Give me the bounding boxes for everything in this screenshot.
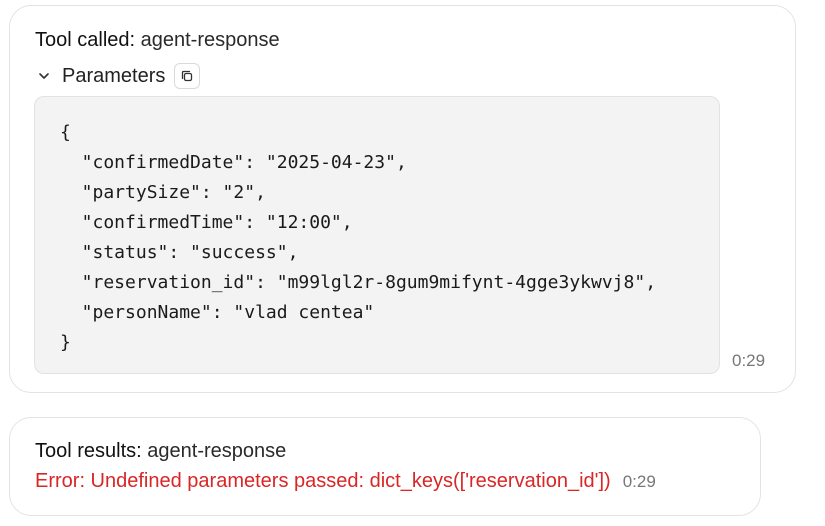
tool-call-timestamp: 0:29	[732, 351, 766, 370]
copy-icon	[180, 69, 194, 83]
copy-button[interactable]	[174, 63, 201, 89]
code-line: "reservation_id": "m99lgl2r-8gum9mifynt-…	[60, 272, 657, 293]
parameters-code-block: { "confirmedDate": "2025-04-23", "partyS…	[34, 96, 720, 374]
chevron-down-icon[interactable]	[35, 67, 53, 85]
tool-call-card: Tool called: agent-response Parameters {…	[9, 5, 796, 393]
tool-result-timestamp: 0:29	[622, 472, 656, 491]
tool-result-card: Tool results: agent-response Error: Unde…	[9, 417, 761, 516]
tool-result-body: Error: Undefined parameters passed: dict…	[35, 470, 656, 493]
error-message: Error: Undefined parameters passed: dict…	[35, 470, 611, 492]
code-line: "confirmedDate": "2025-04-23",	[60, 152, 407, 173]
tool-call-title: Tool called: agent-response	[35, 28, 280, 52]
code-line: "partySize": "2",	[60, 182, 266, 203]
parameters-label: Parameters	[62, 64, 166, 87]
tool-call-name: agent-response	[140, 29, 280, 51]
code-line: "status": "success",	[60, 242, 299, 263]
code-line: }	[60, 332, 71, 353]
tool-call-title-prefix: Tool called:	[35, 29, 136, 51]
tool-result-name: agent-response	[147, 440, 287, 462]
code-line: "personName": "vlad centea"	[60, 302, 375, 323]
code-line: {	[60, 122, 71, 143]
tool-result-title: Tool results: agent-response	[35, 439, 286, 463]
tool-result-title-prefix: Tool results:	[35, 440, 142, 462]
parameters-toggle[interactable]: Parameters	[35, 63, 201, 89]
code-line: "confirmedTime": "12:00",	[60, 212, 353, 233]
